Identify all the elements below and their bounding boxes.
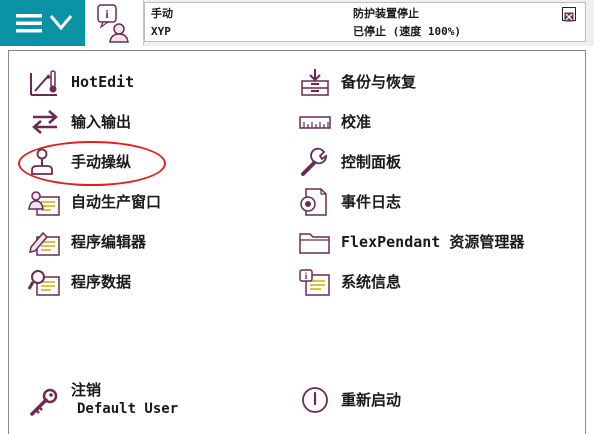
menu-item-label: 输入输出 bbox=[71, 113, 132, 131]
menu-item-calibration[interactable]: 校准 bbox=[297, 107, 547, 137]
menu-item-label: 手动操纵 bbox=[71, 153, 132, 171]
program-data-icon bbox=[27, 267, 63, 297]
menu-item-label: 自动生产窗口 bbox=[71, 193, 162, 211]
menu-item-label: 备份与恢复 bbox=[341, 73, 417, 91]
menu-item-label: 校准 bbox=[341, 113, 372, 131]
logout-label: 注销 bbox=[71, 381, 102, 399]
run-state: 已停止 (速度 100%) bbox=[353, 25, 461, 38]
auto-production-icon bbox=[27, 187, 63, 217]
menu-item-io[interactable]: 输入输出 bbox=[27, 107, 277, 137]
operating-mode: 手动 bbox=[151, 7, 173, 20]
main-menu-panel: HotEdit 输入输出 手动操纵 自动生产窗口 程序编辑器 程序数据 备份与恢… bbox=[8, 50, 586, 434]
system-info-icon: i bbox=[297, 267, 333, 297]
menu-item-flexpendant-explorer[interactable]: FlexPendant 资源管理器 bbox=[297, 227, 547, 257]
menu-item-label: 程序数据 bbox=[71, 273, 132, 291]
power-icon bbox=[297, 385, 333, 415]
calibration-ruler-icon bbox=[297, 107, 333, 137]
system-name: XYP bbox=[151, 25, 171, 38]
menu-item-label: FlexPendant 资源管理器 bbox=[341, 233, 525, 251]
event-log-icon bbox=[297, 187, 333, 217]
menu-item-label: 事件日志 bbox=[341, 193, 402, 211]
hotedit-icon bbox=[27, 67, 63, 97]
program-editor-icon bbox=[27, 227, 63, 257]
status-panel: 手动 XYP 防护装置停止 已停止 (速度 100%) bbox=[144, 2, 586, 42]
menu-item-label: 程序编辑器 bbox=[71, 233, 147, 251]
menu-item-program-editor[interactable]: 程序编辑器 bbox=[27, 227, 277, 257]
menu-item-jogging[interactable]: 手动操纵 bbox=[27, 147, 277, 177]
logout-button[interactable]: 注销 Default User bbox=[27, 381, 227, 421]
menu-item-label: 重新启动 bbox=[341, 391, 402, 409]
restart-button[interactable]: 重新启动 bbox=[297, 385, 547, 415]
menu-item-production-window[interactable]: 自动生产窗口 bbox=[27, 187, 277, 217]
current-user: Default User bbox=[77, 401, 179, 417]
hamburger-menu-icon bbox=[16, 14, 73, 33]
menu-item-event-log[interactable]: 事件日志 bbox=[297, 187, 547, 217]
joystick-icon bbox=[27, 147, 63, 177]
menu-item-system-info[interactable]: i 系统信息 bbox=[297, 267, 547, 297]
menu-item-label: 控制面板 bbox=[341, 153, 402, 171]
main-menu-button[interactable] bbox=[0, 0, 85, 46]
menu-item-backup-restore[interactable]: 备份与恢复 bbox=[297, 67, 547, 97]
io-arrows-icon bbox=[27, 107, 63, 137]
menu-item-program-data[interactable]: 程序数据 bbox=[27, 267, 277, 297]
safety-state: 防护装置停止 bbox=[353, 7, 419, 20]
menu-item-hotedit[interactable]: HotEdit bbox=[27, 67, 277, 97]
status-info-button[interactable]: i bbox=[85, 0, 144, 46]
top-bar: i 手动 XYP 防护装置停止 已停止 (速度 100%) bbox=[0, 0, 594, 46]
key-icon bbox=[27, 387, 63, 417]
menu-item-control-panel[interactable]: 控制面板 bbox=[297, 147, 547, 177]
close-icon bbox=[564, 12, 574, 22]
backup-restore-icon bbox=[297, 67, 333, 97]
operator-info-icon: i bbox=[97, 4, 129, 43]
close-button[interactable] bbox=[562, 7, 576, 22]
wrench-icon bbox=[297, 147, 333, 177]
menu-item-label: HotEdit bbox=[71, 73, 135, 91]
menu-item-label: 系统信息 bbox=[341, 273, 402, 291]
folder-icon bbox=[297, 227, 333, 257]
